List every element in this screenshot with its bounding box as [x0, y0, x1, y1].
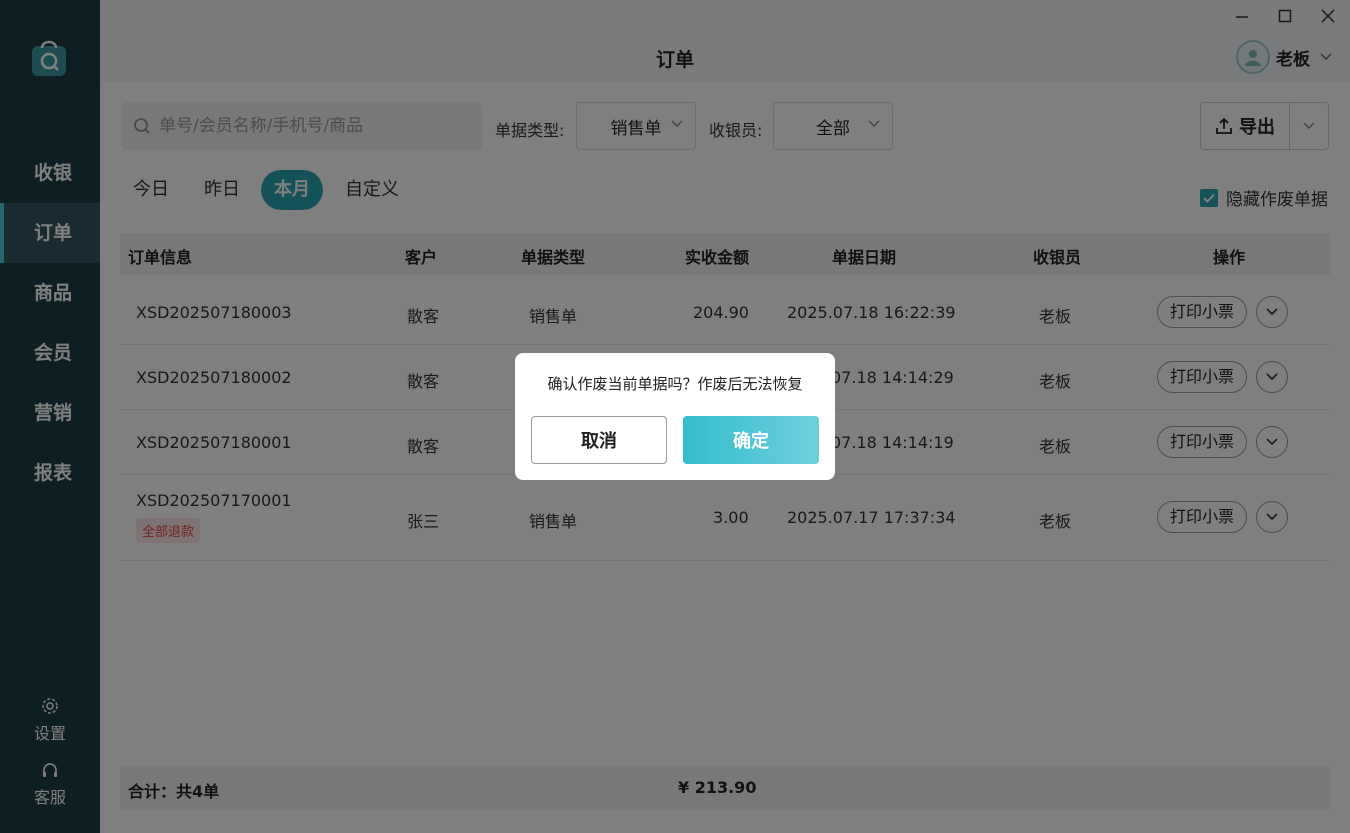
confirm-button[interactable]: 确定	[683, 416, 819, 464]
cancel-button[interactable]: 取消	[531, 416, 667, 464]
void-confirm-dialog: 确认作废当前单据吗？作废后无法恢复 取消 确定	[515, 353, 835, 480]
dialog-message: 确认作废当前单据吗？作废后无法恢复	[547, 375, 803, 393]
